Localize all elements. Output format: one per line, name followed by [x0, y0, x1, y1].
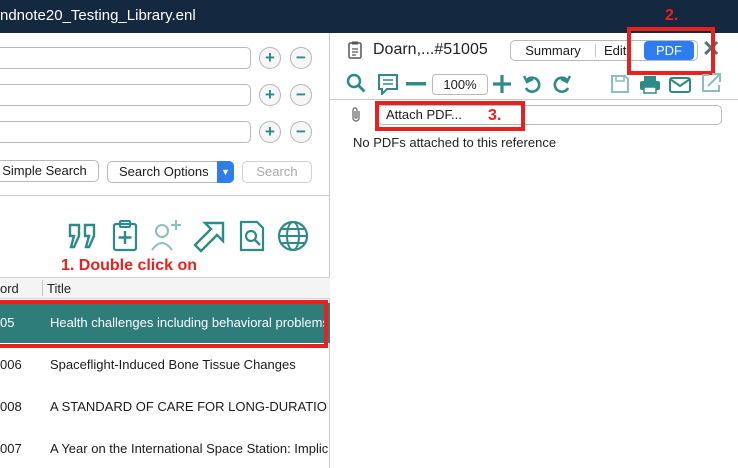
reference-panel-title: Doarn,...#51005: [373, 41, 488, 58]
new-reference-icon[interactable]: [108, 219, 142, 253]
annotation-step-3: 3.: [488, 107, 502, 124]
annotation-step-1: 1. Double click on: [61, 257, 198, 274]
reference-title: A STANDARD OF CARE FOR LONG-DURATION SPA…: [50, 399, 328, 414]
search-row-3: + −: [0, 121, 330, 145]
highlight-box-step-2: [627, 27, 715, 75]
remove-search-row-button[interactable]: −: [290, 84, 312, 106]
search-row-2: + −: [0, 84, 330, 108]
empty-pdf-message: No PDFs attached to this reference: [353, 135, 557, 150]
window-title: ndnote20_Testing_Library.enl: [0, 7, 196, 24]
highlight-box-step-3: [375, 101, 525, 131]
clipboard-icon: [348, 41, 362, 59]
column-separator[interactable]: [42, 280, 43, 296]
arrow-out-icon[interactable]: [193, 219, 227, 253]
add-search-row-button[interactable]: +: [259, 47, 281, 69]
search-row-1: + −: [0, 47, 330, 71]
table-row[interactable]: 006 Spaceflight-Induced Bone Tissue Chan…: [0, 345, 330, 385]
add-user-icon[interactable]: [150, 217, 184, 251]
zoom-level-field[interactable]: 100%: [432, 74, 488, 95]
column-header-title[interactable]: Title: [47, 281, 71, 296]
table-row[interactable]: 007 A Year on the International Space St…: [0, 429, 330, 468]
reference-title: A Year on the International Space Statio…: [50, 441, 328, 456]
zoom-in-icon[interactable]: [492, 74, 512, 94]
save-icon[interactable]: [610, 74, 630, 94]
record-number: 008: [0, 399, 22, 414]
rotate-left-icon[interactable]: [522, 74, 542, 94]
column-header-record[interactable]: ord: [0, 281, 19, 296]
record-number: 007: [0, 441, 22, 456]
print-icon[interactable]: [639, 75, 661, 94]
table-header: ord Title: [0, 277, 330, 299]
reference-title: Spaceflight-Induced Bone Tissue Changes: [50, 357, 296, 372]
annotation-note-icon[interactable]: [377, 73, 399, 95]
search-options-dropdown[interactable]: Search Options ▼: [107, 161, 234, 183]
chevron-down-icon: ▼: [217, 161, 234, 183]
table-row[interactable]: 008 A STANDARD OF CARE FOR LONG-DURATION…: [0, 387, 330, 427]
email-icon[interactable]: [669, 77, 691, 93]
remove-search-row-button[interactable]: −: [290, 47, 312, 69]
toolbar-divider: [330, 99, 738, 100]
section-divider: [0, 195, 330, 196]
record-number: 006: [0, 357, 22, 372]
search-field-3[interactable]: [0, 121, 251, 143]
tab-summary[interactable]: Summary: [511, 41, 595, 60]
search-field-2[interactable]: [0, 84, 251, 106]
add-search-row-button[interactable]: +: [259, 121, 281, 143]
find-in-document-icon[interactable]: [235, 219, 269, 253]
rotate-right-icon[interactable]: [552, 74, 572, 94]
zoom-out-icon[interactable]: [406, 82, 426, 86]
remove-search-row-button[interactable]: −: [290, 121, 312, 143]
paperclip-icon: [352, 107, 360, 122]
search-icon[interactable]: [346, 73, 366, 93]
search-button[interactable]: Search: [242, 161, 312, 183]
open-external-icon[interactable]: [700, 72, 722, 94]
annotation-step-2: 2.: [665, 7, 679, 24]
add-search-row-button[interactable]: +: [259, 84, 281, 106]
quote-icon[interactable]: [66, 219, 100, 253]
search-options-label: Search Options: [119, 164, 209, 179]
highlight-box-step-1: [0, 300, 328, 348]
simple-search-button[interactable]: Simple Search: [0, 160, 99, 182]
globe-icon[interactable]: [276, 219, 310, 253]
search-field-1[interactable]: [0, 47, 251, 69]
